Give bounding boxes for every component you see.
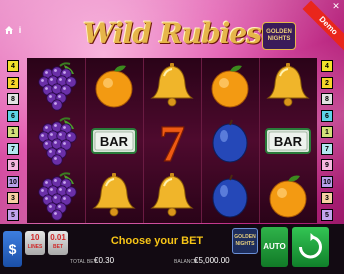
total-bet-value: €0.30 bbox=[94, 256, 115, 265]
paylines-left: 4 2 8 6 1 7 9 10 3 5 bbox=[7, 58, 19, 223]
payline-left-3: 3 bbox=[7, 192, 19, 204]
spin-icon bbox=[299, 233, 322, 259]
payline-left-10: 10 bbox=[7, 175, 19, 188]
payline-right-3: 3 bbox=[321, 192, 333, 204]
reels-area: BAR 7 BAR bbox=[27, 58, 317, 223]
symbol-grapes-icon bbox=[30, 115, 82, 167]
paylines-right: 4 2 8 6 1 7 9 10 3 5 bbox=[321, 58, 333, 223]
payline-left-5: 5 bbox=[7, 208, 19, 221]
payline-right-10: 10 bbox=[321, 175, 333, 188]
payline-left-8: 8 bbox=[7, 93, 19, 105]
lines-label: LINES bbox=[27, 244, 43, 250]
badge-line2: NIGHTS bbox=[267, 36, 291, 42]
payline-left-9: 9 bbox=[7, 159, 19, 171]
payline-right-1: 1 bbox=[321, 126, 333, 138]
payline-right-8: 8 bbox=[321, 93, 333, 105]
payline-left-4: 4 bbox=[7, 60, 19, 72]
total-bet-label: TOTAL BET bbox=[70, 259, 97, 265]
symbol-bell-icon bbox=[146, 170, 198, 222]
symbol-bell-icon bbox=[88, 170, 140, 222]
reel-separator bbox=[143, 58, 144, 223]
symbol-orange-icon bbox=[262, 170, 314, 222]
lines-value: 10 bbox=[30, 233, 40, 242]
game-title: Wild Rubies bbox=[83, 17, 262, 50]
payline-right-7: 7 bbox=[321, 142, 333, 155]
symbol-bell-icon bbox=[146, 60, 198, 112]
reel-separator bbox=[201, 58, 202, 223]
golden-nights-logo: GOLDEN NIGHTS bbox=[262, 22, 296, 50]
badge-line1: GOLDEN bbox=[266, 29, 292, 35]
symbol-plum-icon bbox=[204, 115, 256, 167]
symbol-orange-icon bbox=[88, 60, 140, 112]
bottom-bar: $ 10 LINES 0.01 BET Choose your BET TOTA… bbox=[0, 224, 344, 274]
close-icon[interactable]: ✕ bbox=[331, 1, 341, 11]
symbol-bar-icon: BAR bbox=[88, 115, 140, 167]
payline-right-9: 9 bbox=[321, 159, 333, 171]
symbol-orange-icon bbox=[204, 60, 256, 112]
payline-left-7: 7 bbox=[7, 142, 19, 155]
payline-right-6: 6 bbox=[321, 109, 333, 122]
top-bar: i Wild Rubies GOLDEN NIGHTS ✕ Demo bbox=[0, 0, 344, 56]
choose-bet-message: Choose your BET bbox=[110, 235, 204, 247]
golden-nights-bonus-button[interactable]: GOLDEN NIGHTS bbox=[232, 228, 258, 254]
svg-text:BAR: BAR bbox=[274, 134, 303, 149]
payline-left-6: 6 bbox=[7, 109, 19, 122]
bet-selector[interactable]: 0.01 BET bbox=[48, 231, 68, 255]
payline-left-1: 1 bbox=[7, 126, 19, 138]
payline-left-2: 2 bbox=[7, 76, 19, 89]
svg-text:BAR: BAR bbox=[100, 134, 129, 149]
symbol-bell-icon bbox=[262, 60, 314, 112]
gn-line1: GOLDEN bbox=[234, 234, 256, 240]
symbol-grapes-icon bbox=[30, 60, 82, 112]
balance-value: €5,000.00 bbox=[194, 256, 230, 265]
payline-right-5: 5 bbox=[321, 208, 333, 221]
reel-separator bbox=[85, 58, 86, 223]
spin-button[interactable] bbox=[292, 227, 329, 267]
autoplay-button[interactable]: AUTO bbox=[261, 227, 288, 267]
symbol-plum-icon bbox=[204, 170, 256, 222]
bet-value: 0.01 bbox=[50, 233, 66, 242]
payline-right-4: 4 bbox=[321, 60, 333, 72]
home-icon[interactable] bbox=[4, 25, 14, 35]
gn-line2: NIGHTS bbox=[235, 241, 255, 247]
payline-right-2: 2 bbox=[321, 76, 333, 89]
currency-button[interactable]: $ bbox=[3, 231, 22, 267]
symbol-bar-icon: BAR bbox=[262, 115, 314, 167]
symbol-seven-icon: 7 bbox=[146, 115, 198, 173]
bet-label: BET bbox=[53, 244, 63, 250]
lines-selector[interactable]: 10 LINES bbox=[25, 231, 45, 255]
svg-text:7: 7 bbox=[159, 116, 185, 167]
reel-separator bbox=[259, 58, 260, 223]
symbol-grapes-icon bbox=[30, 170, 82, 222]
info-icon[interactable]: i bbox=[15, 24, 25, 36]
